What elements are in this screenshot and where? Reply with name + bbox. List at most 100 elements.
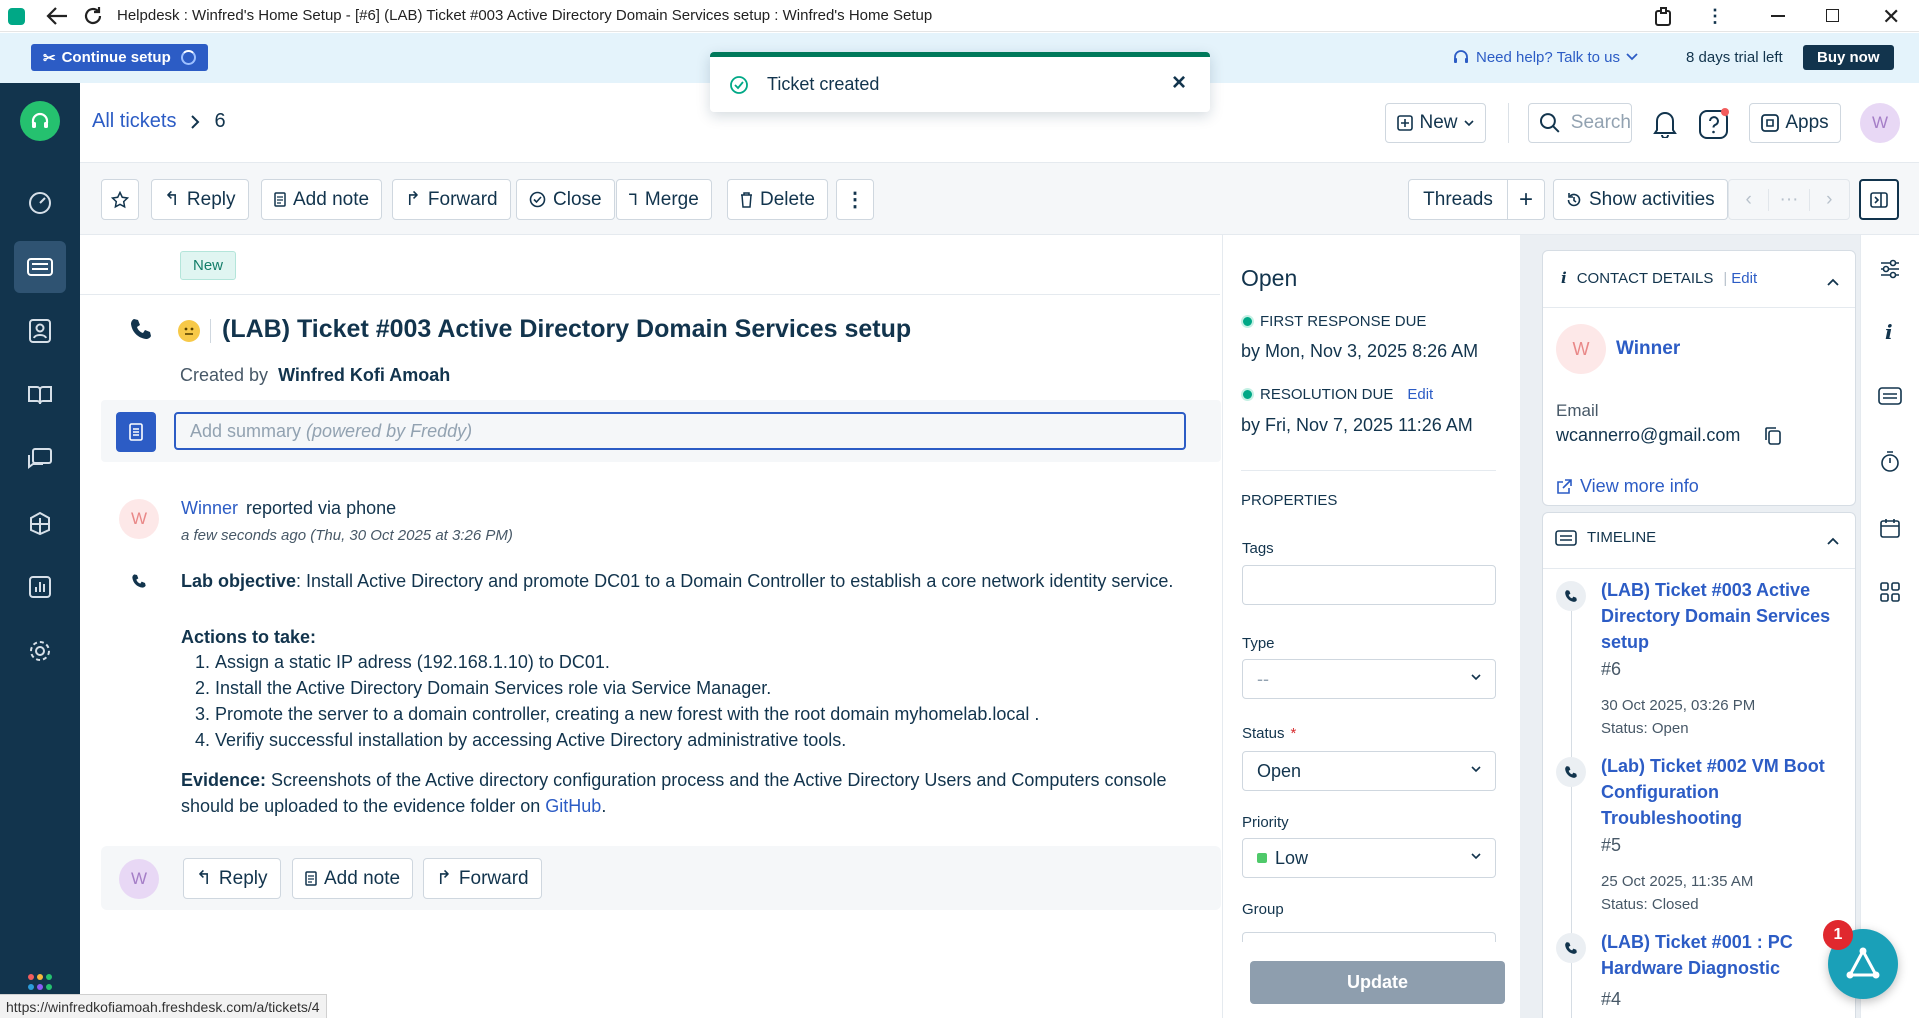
freshdesk-logo[interactable]	[20, 101, 60, 141]
collapse-panel-button[interactable]	[1859, 179, 1899, 220]
tickets-icon[interactable]	[14, 241, 66, 293]
update-button[interactable]: Update	[1250, 961, 1505, 1004]
continue-setup-button[interactable]: ✂ Continue setup	[31, 44, 208, 71]
prev-ticket-icon[interactable]: ‹	[1729, 189, 1768, 211]
help-icon[interactable]	[1697, 107, 1731, 141]
reload-icon[interactable]	[82, 5, 104, 27]
star-button[interactable]	[101, 179, 139, 220]
timeline-item-title[interactable]: (LAB) Ticket #003 Active Directory Domai…	[1601, 577, 1841, 655]
summary-input[interactable]: Add summary (powered by Freddy)	[174, 412, 1186, 450]
user-avatar[interactable]: W	[1860, 103, 1900, 143]
more-actions-button[interactable]: ⋮	[836, 179, 874, 220]
assets-icon[interactable]	[14, 497, 66, 549]
apps-button[interactable]: Apps	[1749, 103, 1841, 143]
all-tickets-link[interactable]: All tickets	[92, 110, 176, 133]
tags-label: Tags	[1242, 540, 1274, 557]
apps-grid-icon[interactable]	[1880, 582, 1900, 602]
group-label: Group	[1242, 901, 1284, 918]
note-icon	[274, 192, 286, 207]
objective-text: : Install Active Directory and promote D…	[296, 571, 1174, 591]
freddy-icon	[1846, 947, 1880, 979]
maximize-icon[interactable]	[1826, 9, 1839, 22]
new-button[interactable]: New	[1385, 103, 1486, 143]
reports-icon[interactable]	[14, 561, 66, 613]
tags-input[interactable]	[1242, 565, 1496, 605]
delete-button[interactable]: Delete	[727, 179, 828, 220]
minimize-icon[interactable]	[1771, 15, 1785, 17]
timeline-item-title[interactable]: (LAB) Ticket #001 : PC Hardware Diagnost…	[1601, 929, 1841, 981]
extensions-icon[interactable]	[1654, 7, 1674, 27]
contact-details-card: i CONTACT DETAILS | Edit W Winner Email …	[1542, 250, 1856, 506]
first-response-label-row: FIRST RESPONSE DUE	[1241, 313, 1426, 330]
forums-icon[interactable]	[14, 433, 66, 485]
more-menu-icon[interactable]: ⋮	[1706, 6, 1724, 27]
summary-icon[interactable]	[116, 412, 156, 452]
back-icon[interactable]	[45, 5, 69, 27]
timeline-phone-icon	[1556, 757, 1586, 787]
progress-ring-icon	[180, 50, 196, 65]
neutral-sentiment-icon	[178, 320, 200, 342]
chevron-up-icon[interactable]	[1827, 278, 1839, 286]
reply-icon: ↰	[196, 868, 212, 889]
actions-heading: Actions to take:	[181, 627, 317, 647]
app-launcher-icon[interactable]	[27, 973, 53, 993]
forward-bottom-button[interactable]: ↱ Forward	[423, 858, 542, 899]
email-label: Email	[1556, 401, 1599, 420]
merge-label: Merge	[644, 188, 699, 210]
chevron-up-icon[interactable]	[1827, 537, 1839, 545]
ticket-panel-icon[interactable]	[1878, 387, 1902, 405]
sla-ok-icon	[1241, 315, 1254, 328]
add-note-button[interactable]: Add note	[261, 179, 383, 220]
contact-name[interactable]: Winner	[1616, 338, 1680, 360]
search-icon	[1539, 113, 1560, 133]
timeline-item-title[interactable]: (Lab) Ticket #002 VM Boot Configuration …	[1601, 753, 1841, 831]
reply-button[interactable]: ↰ Reply	[151, 179, 249, 220]
contact-edit-link[interactable]: Edit	[1731, 270, 1757, 287]
view-more-info-link[interactable]: View more info	[1556, 476, 1699, 497]
properties-panel: Open FIRST RESPONSE DUE by Mon, Nov 3, 2…	[1222, 235, 1531, 1018]
copy-icon[interactable]	[1764, 426, 1782, 446]
github-link[interactable]: GitHub	[545, 796, 601, 816]
contacts-icon[interactable]	[14, 305, 66, 357]
merge-button[interactable]: ⅂ Merge	[616, 179, 712, 220]
reply-bottom-button[interactable]: ↰ Reply	[183, 858, 281, 899]
timer-icon[interactable]	[1880, 451, 1900, 473]
calendar-icon[interactable]	[1880, 518, 1900, 538]
chevron-down-icon	[1471, 674, 1481, 681]
next-ticket-icon[interactable]: ›	[1810, 189, 1849, 211]
pager-more[interactable]: ···	[1768, 188, 1810, 211]
resolution-edit-link[interactable]: Edit	[1407, 386, 1433, 403]
forward-button[interactable]: ↱ Forward	[392, 179, 511, 220]
priority-select[interactable]: Low	[1242, 838, 1496, 878]
threads-button[interactable]: Threads	[1408, 179, 1508, 220]
message-author[interactable]: Winner	[181, 498, 238, 519]
info-panel-icon[interactable]: i	[1885, 320, 1893, 344]
buy-now-button[interactable]: Buy now	[1803, 45, 1894, 70]
first-response-value: by Mon, Nov 3, 2025 8:26 AM	[1241, 341, 1479, 361]
check-circle-icon	[529, 191, 546, 208]
dashboard-icon[interactable]	[14, 177, 66, 229]
help-link[interactable]: Need help? Talk to us	[1452, 48, 1638, 66]
message-objective: Lab objective: Install Active Directory …	[181, 568, 1191, 594]
properties-title: PROPERTIES	[1241, 492, 1338, 509]
close-window-icon[interactable]: ✕	[1882, 4, 1900, 30]
add-note-bottom-button[interactable]: Add note	[292, 858, 414, 899]
email-value: wcannerro@gmail.com	[1556, 425, 1741, 445]
add-note-label: Add note	[293, 188, 370, 210]
knowledge-base-icon[interactable]	[14, 369, 66, 421]
settings-gear-icon[interactable]	[14, 625, 66, 677]
show-activities-button[interactable]: Show activities	[1553, 179, 1728, 220]
created-by: Created by Winfred Kofi Amoah	[180, 365, 450, 386]
created-by-name[interactable]: Winfred Kofi Amoah	[278, 365, 450, 386]
close-ticket-button[interactable]: Close	[516, 179, 615, 220]
timeline-item-number: #4	[1601, 989, 1622, 1009]
group-select[interactable]	[1242, 932, 1496, 942]
status-select[interactable]: Open	[1242, 751, 1496, 791]
type-select[interactable]: --	[1242, 659, 1496, 699]
toast-close-icon[interactable]: ×	[1172, 69, 1186, 97]
search-input[interactable]: Search	[1528, 103, 1632, 143]
filters-icon[interactable]	[1879, 259, 1901, 279]
merge-icon: ⅂	[629, 191, 638, 209]
add-thread-button[interactable]: +	[1507, 179, 1545, 220]
bell-icon[interactable]	[1652, 108, 1678, 138]
